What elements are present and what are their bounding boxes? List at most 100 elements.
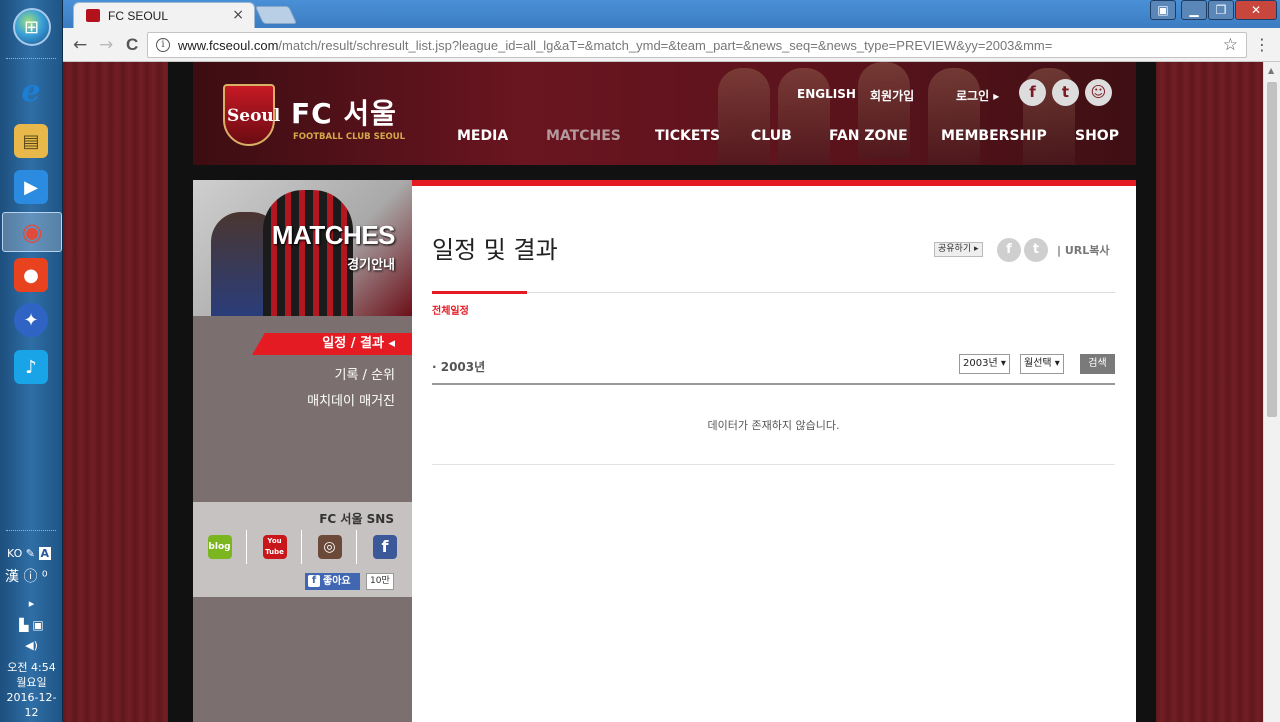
like-count: 10만 — [366, 573, 394, 590]
minimize-icon[interactable]: ▁ — [1181, 0, 1207, 20]
chrome-menu-icon[interactable]: ⋮ — [1254, 35, 1270, 54]
subtab-indicator — [432, 291, 527, 294]
volume-icon[interactable]: ◀) — [0, 638, 63, 653]
file-explorer-icon[interactable]: ▤ — [14, 124, 48, 158]
chrome-window: FC SEOUL × ▣ ▁ ❐ ✕ ← → C i www.fcseoul.c… — [63, 0, 1280, 722]
site-container: Seoul FC 서울 FOOTBALL CLUB SEOUL ENGLISH … — [168, 62, 1156, 722]
facebook-icon: f — [308, 575, 320, 587]
divider — [432, 292, 1115, 293]
background-stripe — [1156, 62, 1263, 722]
header-player-photo — [858, 62, 910, 159]
lnb-item-records-rankings[interactable]: 기록 / 순위 — [335, 364, 396, 383]
site-header: Seoul FC 서울 FOOTBALL CLUB SEOUL ENGLISH … — [193, 62, 1136, 165]
gnb-matches[interactable]: MATCHES — [546, 128, 621, 144]
header-player-photo — [718, 68, 770, 165]
gnb-tickets[interactable]: TICKETS — [655, 128, 720, 144]
sns-box-title: FC 서울 SNS — [319, 512, 394, 526]
clock-date: 2016-12-12 — [6, 691, 57, 719]
gnb-media[interactable]: MEDIA — [457, 128, 508, 144]
taskbar-divider — [6, 58, 56, 61]
lnb-item-schedule-results[interactable]: 일정 / 결과 ◂ — [252, 333, 412, 355]
facebook-button[interactable]: f — [358, 530, 412, 564]
main-content: 일정 및 결과 공유하기 ▸ f t | URL복사 전체일정 · 2003년 … — [412, 180, 1136, 722]
logo-text-korean[interactable]: FC 서울 — [291, 92, 397, 132]
accent-line — [412, 180, 1136, 186]
tab-title: FC SEOUL — [108, 9, 169, 23]
list-header-rule — [432, 383, 1115, 385]
taskbar-divider — [6, 530, 56, 533]
windows-start-button[interactable]: ⊞ — [13, 8, 51, 46]
compass-app-icon[interactable]: ✦ — [14, 303, 48, 337]
site-info-icon[interactable]: i — [156, 38, 170, 52]
lnb-visual-banner: MATCHES 경기안내 — [193, 180, 412, 316]
music-app-icon[interactable]: ♪ — [14, 350, 48, 384]
fc-seoul-emblem-logo[interactable]: Seoul — [223, 84, 280, 146]
chrome-icon[interactable]: ◉ — [2, 212, 62, 252]
month-select[interactable]: 월선택 ▾ — [1020, 354, 1064, 374]
close-window-icon[interactable]: ✕ — [1235, 0, 1277, 20]
url-copy-link[interactable]: | URL복사 — [1057, 242, 1110, 258]
share-button[interactable]: 공유하기 ▸ — [934, 242, 983, 257]
browser-toolbar: ← → C i www.fcseoul.com/match/result/sch… — [63, 28, 1280, 62]
subtab-all-schedule[interactable]: 전체일정 — [432, 302, 469, 317]
address-bar[interactable]: i www.fcseoul.com/match/result/schresult… — [147, 32, 1247, 58]
youtube-button[interactable]: You Tube — [248, 530, 302, 564]
bookmark-star-icon[interactable]: ☆ — [1223, 35, 1238, 55]
tray-clock[interactable]: 오전 4:54 월요일 2016-12-12 — [0, 660, 63, 720]
clock-time: 오전 4:54 — [7, 661, 56, 674]
empty-message: 데이터가 존재하지 않습니다. — [707, 419, 840, 432]
left-navigation: MATCHES 경기안내 일정 / 결과 ◂ 기록 / 순위 매치데이 매거진 … — [193, 180, 412, 722]
logo-text-english: FOOTBALL CLUB SEOUL — [293, 132, 406, 142]
forward-button[interactable]: → — [99, 35, 113, 55]
tray-expand-icon[interactable]: ▸ — [0, 596, 63, 611]
sns-box: FC 서울 SNS blog You Tube ◎ f f 좋아요 10만 — [193, 502, 412, 597]
login-link[interactable]: 로그인 ▸ — [956, 87, 999, 104]
user-profile-icon[interactable]: ▣ — [1150, 0, 1176, 20]
back-button[interactable]: ← — [73, 35, 87, 55]
gnb-fan-zone[interactable]: FAN ZONE — [829, 128, 908, 144]
signup-link[interactable]: 회원가입 — [870, 87, 914, 104]
share-twitter-icon[interactable]: t — [1024, 238, 1048, 262]
page-viewport: Seoul FC 서울 FOOTBALL CLUB SEOUL ENGLISH … — [63, 62, 1280, 722]
gnb-shop[interactable]: SHOP — [1075, 128, 1119, 144]
url-text[interactable]: www.fcseoul.com/match/result/schresult_l… — [178, 38, 1052, 53]
facebook-like-button[interactable]: f 좋아요 — [305, 573, 360, 590]
search-button[interactable]: 검색 — [1080, 354, 1115, 374]
twitter-icon[interactable]: t — [1052, 79, 1079, 106]
facebook-icon[interactable]: f — [1019, 79, 1046, 106]
page-scrollbar[interactable]: ▲ — [1263, 62, 1280, 722]
blog-button[interactable]: blog — [193, 530, 247, 564]
language-indicator[interactable]: KO ✎ A — [0, 546, 63, 561]
scroll-up-icon[interactable]: ▲ — [1268, 66, 1274, 75]
browser-tab[interactable]: FC SEOUL × — [73, 2, 255, 28]
gnb-club[interactable]: CLUB — [751, 128, 792, 144]
windows-taskbar: ⊞ e ▤ ▶ ◉ ● ✦ ♪ KO ✎ A 漢 ⓘ ⁰ ▸ ▙ ▣ ◀) 오전… — [0, 0, 63, 722]
new-tab-button[interactable] — [254, 6, 298, 24]
close-tab-icon[interactable]: × — [232, 7, 244, 23]
scrollbar-thumb[interactable] — [1267, 82, 1277, 417]
blog-icon: blog — [207, 535, 232, 559]
instagram-button[interactable]: ◎ — [303, 530, 357, 564]
maximize-icon[interactable]: ❐ — [1208, 0, 1234, 20]
share-facebook-icon[interactable]: f — [997, 238, 1021, 262]
content-area: MATCHES 경기안내 일정 / 결과 ◂ 기록 / 순위 매치데이 매거진 … — [193, 180, 1136, 722]
mascot-icon[interactable]: ☺ — [1085, 79, 1112, 106]
gnb-membership[interactable]: MEMBERSHIP — [941, 128, 1047, 144]
english-link[interactable]: ENGLISH — [797, 87, 856, 101]
tray-network-icon[interactable]: ▙ ▣ — [0, 618, 63, 633]
lnb-title: MATCHES — [271, 220, 396, 250]
lnb-item-matchday-magazine[interactable]: 매치데이 매거진 — [307, 390, 395, 409]
header-player-photo — [928, 68, 980, 165]
ime-toolbar[interactable]: 漢 ⓘ ⁰ — [0, 570, 63, 585]
internet-explorer-icon[interactable]: e — [14, 74, 48, 109]
page-title: 일정 및 결과 — [432, 236, 558, 264]
media-player-icon[interactable]: ▶ — [14, 170, 48, 204]
windows-logo-icon: ⊞ — [24, 17, 40, 38]
reload-button[interactable]: C — [126, 35, 138, 55]
fc-seoul-favicon-icon — [86, 9, 100, 22]
year-heading: · 2003년 — [432, 360, 486, 374]
lnb-subtitle: 경기안내 — [347, 258, 395, 273]
year-select[interactable]: 2003년 ▾ — [959, 354, 1010, 374]
gom-player-icon[interactable]: ● — [14, 258, 48, 292]
list-bottom-rule — [432, 464, 1115, 465]
